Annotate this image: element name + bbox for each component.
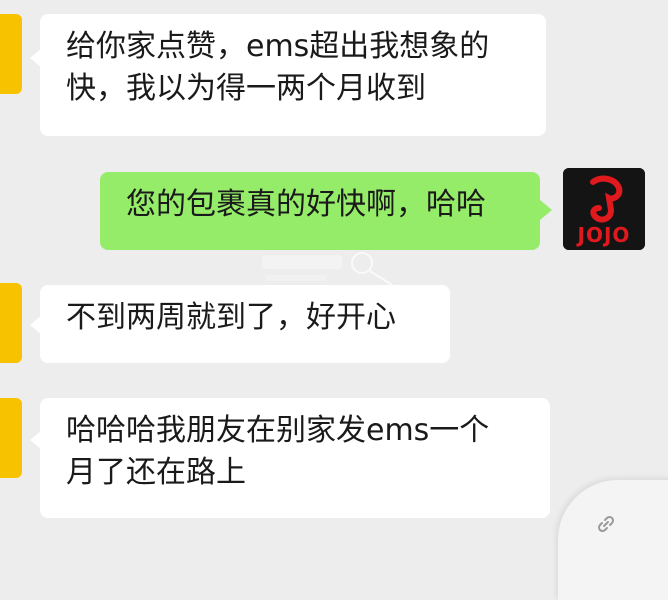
message-bubble-3[interactable]: 不到两周就到了，好开心 <box>40 285 450 363</box>
message-bubble-2[interactable]: 您的包裹真的好快啊，哈哈 <box>100 172 540 250</box>
jojo-avatar[interactable]: JOJO <box>563 168 645 250</box>
message-bubble-4[interactable]: 哈哈哈我朋友在别家发ems一个 月了还在路上 <box>40 398 550 518</box>
left-avatar[interactable] <box>0 14 22 94</box>
svg-text:JOJO: JOJO <box>576 223 631 247</box>
link-icon[interactable] <box>596 514 616 534</box>
left-avatar[interactable] <box>0 283 22 363</box>
jojo-logo-icon: JOJO <box>563 168 645 250</box>
message-bubble-1[interactable]: 给你家点赞，ems超出我想象的 快，我以为得一两个月收到 <box>40 14 546 136</box>
bubble-tail <box>540 200 552 220</box>
left-avatar[interactable] <box>0 398 22 478</box>
floating-link-widget[interactable] <box>558 480 668 600</box>
